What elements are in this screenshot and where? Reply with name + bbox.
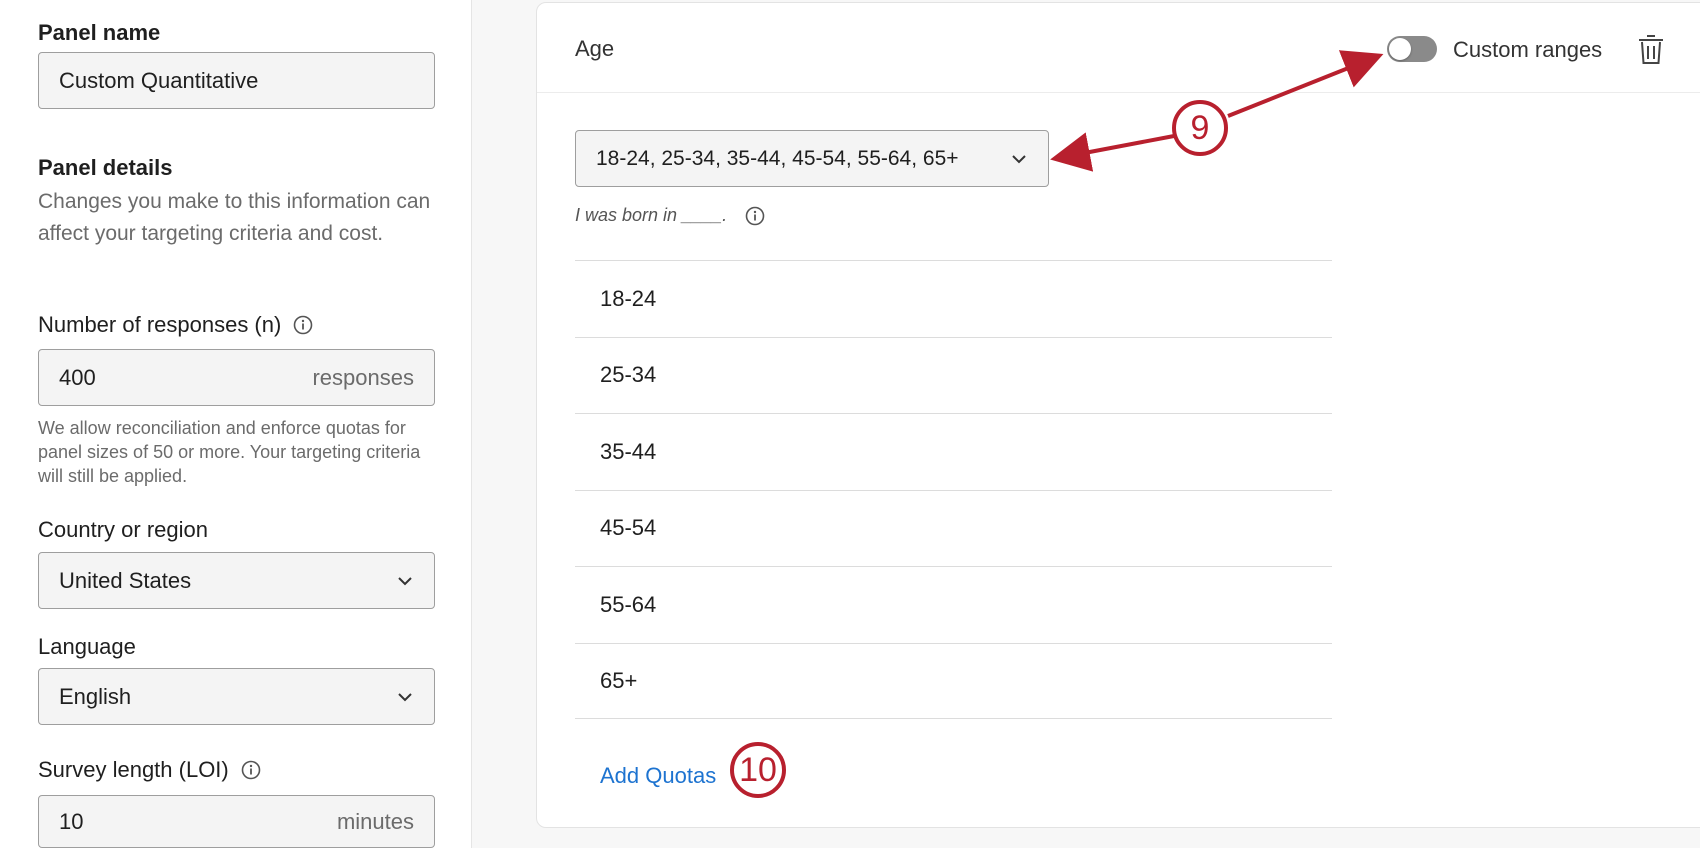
age-range-row: 55-64	[575, 566, 1332, 643]
panel-name-label: Panel name	[38, 20, 161, 45]
age-range-row: 35-44	[575, 413, 1332, 490]
loi-unit: minutes	[336, 808, 414, 834]
country-select[interactable]: United States	[38, 552, 435, 609]
chevron-down-icon	[1012, 154, 1026, 163]
info-icon[interactable]	[745, 206, 765, 226]
responses-label: Number of responses (n)	[38, 312, 282, 337]
info-icon[interactable]	[241, 760, 261, 780]
country-label: Country or region	[38, 517, 208, 542]
chevron-down-icon	[398, 692, 412, 701]
question-text: I was born in ____.	[575, 205, 728, 225]
panel-details-description: Changes you make to this information can…	[38, 190, 431, 245]
loi-value: 10	[59, 808, 84, 834]
country-value: United States	[59, 567, 192, 593]
age-range-value: 18-24, 25-34, 35-44, 45-54, 55-64, 65+	[596, 146, 959, 170]
age-range-row: 45-54	[575, 489, 1332, 567]
panel-name-input[interactable]: Custom Quantitative	[38, 52, 435, 109]
toggle-knob	[1389, 38, 1411, 60]
language-value: English	[59, 683, 132, 709]
language-label: Language	[38, 634, 136, 659]
age-range-select[interactable]: 18-24, 25-34, 35-44, 45-54, 55-64, 65+	[575, 130, 1049, 187]
custom-ranges-label: Custom ranges	[1453, 37, 1603, 62]
add-quotas-link[interactable]: Add Quotas	[600, 763, 716, 789]
age-range-row: 25-34	[575, 336, 1332, 414]
card-header: Age Custom ranges	[537, 3, 1700, 93]
responses-input[interactable]: 400 responses	[38, 349, 435, 406]
responses-unit: responses	[312, 364, 414, 390]
panel-details-label: Panel details	[38, 155, 173, 180]
panel-settings-sidebar: Panel name Custom Quantitative Panel det…	[0, 0, 472, 848]
loi-label-row: Survey length (LOI)	[38, 757, 261, 783]
responses-label-row: Number of responses (n)	[38, 312, 313, 338]
responses-help-text: We allow reconciliation and enforce quot…	[38, 418, 421, 486]
criteria-title: Age	[575, 36, 615, 61]
responses-value: 400	[59, 364, 96, 390]
age-range-row: 18-24	[575, 260, 1332, 337]
info-icon[interactable]	[293, 315, 313, 335]
page-root: Panel name Custom Quantitative Panel det…	[0, 0, 1700, 848]
age-range-row: 65+	[575, 642, 1332, 719]
annotation-badge-10: 10	[730, 742, 786, 798]
custom-ranges-toggle[interactable]	[1387, 36, 1437, 62]
language-select[interactable]: English	[38, 668, 435, 725]
age-range-list: 18-24 25-34 35-44 45-54 55-64 65+	[575, 260, 1332, 719]
loi-input[interactable]: 10 minutes	[38, 795, 435, 848]
chevron-down-icon	[398, 576, 412, 585]
trash-icon[interactable]	[1637, 33, 1665, 65]
annotation-badge-9: 9	[1172, 100, 1228, 156]
age-criteria-card: Age Custom ranges 18-24, 25-34, 35-44, 4…	[536, 2, 1700, 828]
panel-name-value: Custom Quantitative	[59, 67, 259, 93]
question-text-row: I was born in ____.	[575, 205, 765, 226]
loi-label: Survey length (LOI)	[38, 757, 229, 782]
